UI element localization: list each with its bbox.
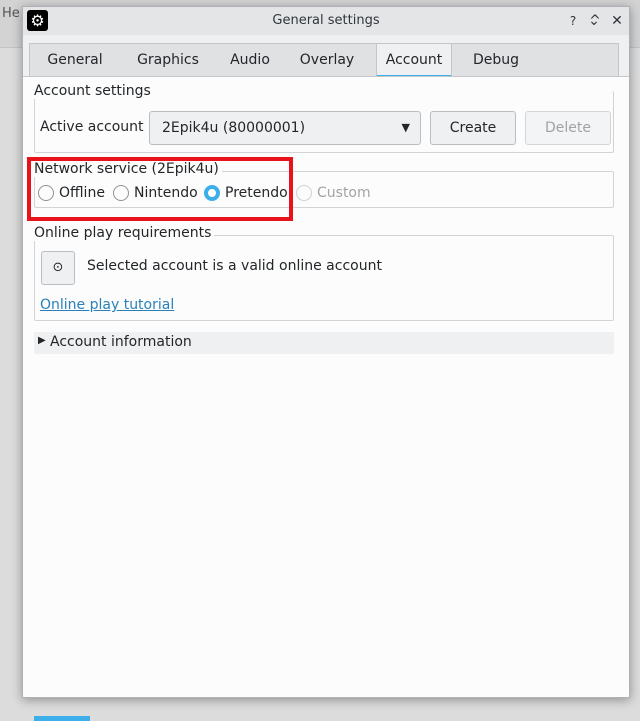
tab-bar: General Graphics Audio Overlay Account D… — [29, 43, 619, 78]
online-play-title: Online play requirements — [34, 225, 215, 241]
account-information-expander[interactable]: ▶ Account information — [34, 332, 614, 354]
radio-nintendo-indicator[interactable] — [113, 185, 129, 201]
tab-account[interactable]: Account — [376, 44, 452, 78]
close-button[interactable]: ✕ — [607, 11, 627, 31]
create-button[interactable]: Create — [430, 111, 516, 145]
tab-debug[interactable]: Debug — [468, 44, 524, 76]
radio-nintendo[interactable]: Nintendo — [113, 185, 198, 201]
tab-graphics[interactable]: Graphics — [128, 44, 208, 76]
active-account-dropdown[interactable]: 2Epik4u (80000001) ▼ — [149, 111, 421, 145]
window-title: General settings — [272, 13, 380, 28]
tab-overlay[interactable]: Overlay — [294, 44, 360, 76]
active-account-label: Active account — [40, 119, 144, 135]
help-button[interactable]: ? — [563, 11, 583, 31]
account-settings-title: Account settings — [34, 83, 154, 99]
check-circle-icon[interactable]: ⊙ — [41, 251, 75, 285]
network-service-title: Network service (2Epik4u) — [34, 161, 222, 177]
chevron-down-icon: ▼ — [401, 121, 410, 134]
radio-nintendo-label: Nintendo — [134, 185, 198, 201]
background-accent-bar — [34, 716, 90, 721]
tab-audio[interactable]: Audio — [222, 44, 278, 76]
background-menu-text: He — [2, 6, 20, 21]
online-play-tutorial-link[interactable]: Online play tutorial — [40, 297, 174, 313]
radio-offline-label: Offline — [59, 185, 105, 201]
radio-offline-indicator[interactable] — [38, 185, 54, 201]
maximize-button[interactable]: ^ — [585, 11, 605, 31]
delete-button[interactable]: Delete — [525, 111, 611, 145]
radio-custom[interactable]: Custom — [296, 185, 371, 201]
tab-account-label: Account — [385, 52, 443, 68]
radio-pretendo[interactable]: Pretendo — [204, 185, 288, 201]
active-account-value: 2Epik4u (80000001) — [162, 120, 306, 136]
account-tab-page: Account settings Active account 2Epik4u … — [23, 76, 629, 697]
radio-custom-indicator[interactable] — [296, 185, 312, 201]
general-settings-dialog: ⚙ General settings ? ⌄ ^ ✕ General Graph… — [22, 6, 630, 698]
radio-pretendo-indicator[interactable] — [204, 185, 220, 201]
account-information-label: Account information — [50, 334, 192, 350]
radio-offline[interactable]: Offline — [38, 185, 105, 201]
radio-custom-label: Custom — [317, 185, 371, 201]
radio-pretendo-label: Pretendo — [225, 185, 288, 201]
triangle-right-icon: ▶ — [38, 335, 46, 346]
tab-general[interactable]: General — [40, 44, 110, 76]
online-status-text: Selected account is a valid online accou… — [87, 258, 382, 274]
title-bar[interactable]: ⚙ General settings ? ⌄ ^ ✕ — [23, 7, 629, 35]
